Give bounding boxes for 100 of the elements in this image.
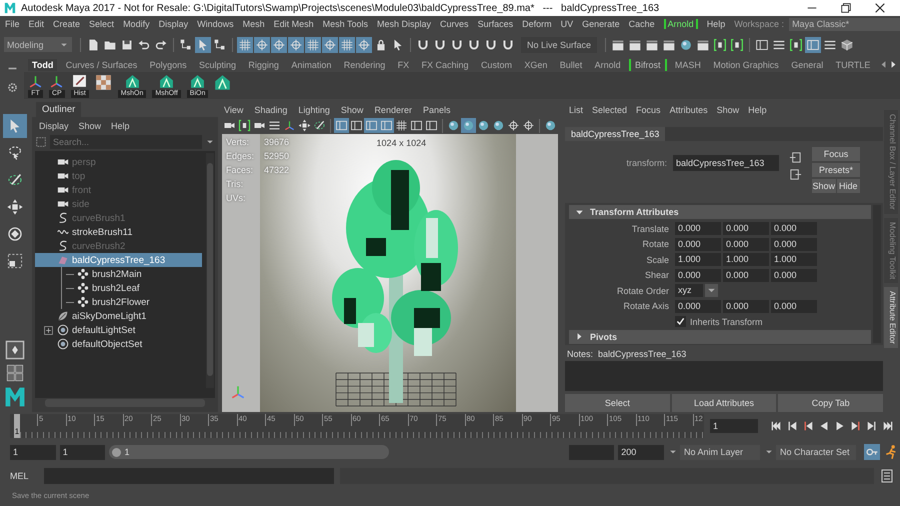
single-pane-layout-icon[interactable] [5, 340, 25, 360]
bracketed-square-icon[interactable] [788, 36, 804, 52]
menu-item[interactable]: Create [53, 19, 80, 29]
shelf-tab[interactable]: Bullet [556, 58, 586, 70]
editor-button[interactable]: Copy Tab [778, 394, 884, 412]
previous-key-icon[interactable] [802, 420, 814, 432]
step-back-icon[interactable] [786, 420, 798, 432]
menu-item[interactable]: Cache [628, 19, 655, 29]
bracketed-square-icon[interactable] [729, 36, 746, 52]
shelf-tab[interactable]: Rigging [244, 58, 283, 70]
menu-item[interactable]: Display [158, 19, 188, 29]
editor-button[interactable]: Select [565, 394, 670, 412]
crosshair-icon[interactable] [506, 118, 521, 133]
menu-set-dropdown[interactable]: Modeling [4, 37, 72, 52]
output-connection-icon[interactable] [789, 168, 802, 181]
menu-item[interactable]: Focus [636, 104, 661, 114]
number-field[interactable]: 0.000 [675, 238, 721, 251]
outliner-item[interactable]: brush2Flower [62, 295, 205, 309]
playback-range-bar[interactable]: 1 [109, 445, 389, 459]
step-forward-icon[interactable] [866, 420, 878, 432]
shelf-tab[interactable]: XGen [520, 58, 552, 70]
menu-item[interactable]: View [224, 104, 244, 114]
panel-layout-icon[interactable] [805, 36, 822, 52]
menu-item[interactable]: UV [560, 19, 574, 29]
menu-item[interactable]: Edit [28, 19, 44, 29]
bracketed-square-icon[interactable] [237, 118, 252, 133]
number-field[interactable]: 0.000 [723, 222, 769, 236]
shelf-tab[interactable]: Sculpting [195, 58, 240, 70]
show-button[interactable]: Show [812, 179, 836, 193]
menu-item[interactable]: Lighting [298, 104, 330, 114]
shelf-tab[interactable]: Custom [476, 58, 516, 70]
close-icon[interactable] [874, 2, 886, 14]
menu-item[interactable]: File [5, 19, 20, 29]
menu-item[interactable]: Show [716, 104, 740, 114]
menu-item[interactable]: Curves [440, 19, 469, 29]
hide-button[interactable]: Hide [836, 179, 860, 193]
number-field[interactable]: 0.000 [771, 268, 817, 282]
input-connection-icon[interactable] [789, 151, 802, 164]
rotate-order-dropdown[interactable]: xyz [675, 284, 703, 298]
panel-layout-icon[interactable] [409, 118, 424, 133]
number-field[interactable]: 0.000 [771, 222, 817, 236]
script-editor-icon[interactable] [880, 469, 894, 483]
number-field[interactable]: 0.000 [723, 238, 769, 251]
shelf-tab[interactable]: Animation [287, 58, 336, 70]
shelf-tab[interactable]: FX Caching [418, 58, 473, 70]
crosshair-icon[interactable] [254, 36, 270, 52]
shelf-tab[interactable]: TURTLE [832, 58, 874, 70]
vertical-scrollbar[interactable] [206, 153, 214, 388]
menu-item[interactable]: Help [706, 19, 726, 29]
move-icon[interactable] [297, 118, 312, 133]
play-icon[interactable] [834, 420, 846, 432]
crosshair-icon[interactable] [271, 36, 287, 52]
grid-icon[interactable] [394, 118, 409, 133]
skip-to-start-icon[interactable] [770, 420, 782, 432]
menu-item[interactable]: Edit Mesh [274, 19, 314, 29]
expand-box-icon[interactable] [43, 324, 54, 336]
outliner-item[interactable]: brush2Main [62, 267, 205, 281]
number-field[interactable]: 0.000 [675, 222, 721, 236]
check-icon[interactable] [675, 316, 686, 328]
bracketed-square-icon[interactable] [712, 36, 728, 52]
gear-icon[interactable] [6, 82, 18, 93]
menu-item[interactable]: Help [748, 104, 767, 114]
start-time-field[interactable]: 1 [10, 444, 56, 460]
shelf-tab[interactable]: Curves / Surfaces [62, 58, 142, 70]
menu-item[interactable]: List [569, 104, 584, 114]
workspace-dropdown[interactable]: Maya Classic* [789, 18, 900, 30]
shelf-tab[interactable]: Rendering [340, 58, 390, 70]
side-tab[interactable]: Attribute Editor [884, 286, 898, 348]
outliner-item[interactable]: baldCypressTree_163 [35, 253, 202, 267]
menu-item[interactable]: Renderer [374, 104, 412, 114]
sphere-icon[interactable] [491, 118, 506, 133]
sphere-icon[interactable] [446, 118, 461, 133]
menu-item[interactable]: Attributes [670, 104, 708, 114]
menu-item[interactable]: Mesh Tools [322, 19, 368, 29]
presets-button[interactable]: Presets* [812, 163, 860, 177]
crosshair-icon[interactable] [356, 36, 372, 52]
menu-item[interactable]: Selected [592, 104, 628, 114]
panel-layout-icon[interactable] [349, 118, 364, 133]
checker-grid-icon[interactable] [94, 74, 112, 91]
four-pane-layout-icon[interactable] [6, 364, 24, 382]
next-key-icon[interactable] [850, 420, 862, 432]
node-name-field[interactable]: baldCypressTree_163 [673, 155, 779, 171]
number-field[interactable]: 0.000 [675, 300, 721, 313]
key-icon[interactable] [864, 444, 880, 460]
shelf-tab[interactable]: FX [394, 58, 414, 70]
viewport-scene[interactable]: Verts: 39676 Edges: 52950 Faces: 47322 Tris: UVs: 1024 x 1024 [222, 134, 558, 412]
outliner-item[interactable]: defaultObjectSet [35, 337, 205, 351]
crosshair-icon[interactable] [288, 36, 304, 52]
number-field[interactable]: 1.000 [723, 253, 769, 266]
scroll-right-icon[interactable] [888, 60, 898, 69]
menu-item[interactable]: Modify [123, 19, 150, 29]
number-field[interactable]: 1.000 [675, 253, 721, 266]
menu-item[interactable]: Mesh [242, 19, 265, 29]
skip-to-end-icon[interactable] [882, 420, 894, 432]
menu-item[interactable]: Help [111, 121, 130, 131]
notes-field[interactable] [565, 361, 883, 391]
number-field[interactable]: 0.000 [723, 268, 769, 282]
section-header[interactable]: Pivots [569, 330, 871, 344]
menu-item[interactable]: Show [78, 121, 102, 131]
m-logo-icon[interactable] [4, 386, 26, 408]
